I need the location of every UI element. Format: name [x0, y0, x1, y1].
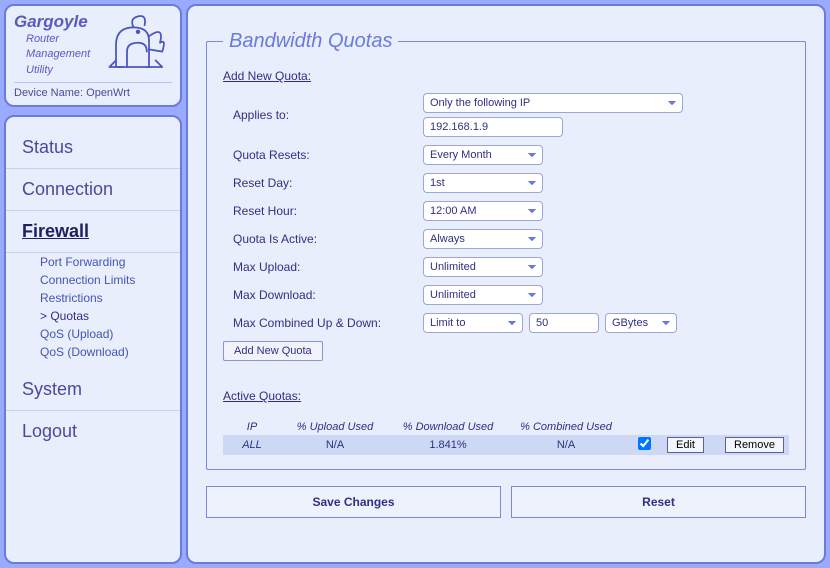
nav-item-status[interactable]: Status: [6, 127, 180, 169]
max-download-label: Max Download:: [223, 288, 423, 302]
firewall-submenu: Port Forwarding Connection Limits Restri…: [6, 253, 180, 369]
device-name-row: Device Name: OpenWrt: [14, 82, 172, 99]
add-new-quota-heading: Add New Quota:: [223, 69, 311, 83]
cell-upload: N/A: [285, 439, 385, 451]
header-panel: Gargoyle Router Management Utility: [4, 4, 182, 107]
cell-combined: N/A: [511, 439, 621, 451]
subnav-qos-upload[interactable]: QoS (Upload): [40, 325, 180, 343]
main-panel: Bandwidth Quotas Add New Quota: Applies …: [186, 4, 826, 564]
max-combined-select[interactable]: Limit to: [423, 313, 523, 333]
reset-day-select[interactable]: 1st: [423, 173, 543, 193]
max-combined-label: Max Combined Up & Down:: [223, 316, 423, 330]
nav-item-connection[interactable]: Connection: [6, 169, 180, 211]
reset-button[interactable]: Reset: [511, 486, 806, 518]
cell-download: 1.841%: [393, 439, 503, 451]
subnav-port-forwarding[interactable]: Port Forwarding: [40, 253, 180, 271]
nav-item-system[interactable]: System: [6, 369, 180, 411]
subnav-qos-download[interactable]: QoS (Download): [40, 343, 180, 361]
subnav-connection-limits[interactable]: Connection Limits: [40, 271, 180, 289]
th-combined: % Combined Used: [511, 421, 621, 433]
subnav-restrictions[interactable]: Restrictions: [40, 289, 180, 307]
app-subtitle-3: Utility: [14, 63, 90, 78]
max-download-select[interactable]: Unlimited: [423, 285, 543, 305]
quota-resets-label: Quota Resets:: [223, 148, 423, 162]
max-upload-label: Max Upload:: [223, 260, 423, 274]
max-combined-amount-input[interactable]: [529, 313, 599, 333]
cell-ip: ALL: [227, 439, 277, 451]
app-subtitle-1: Router: [14, 32, 90, 47]
bandwidth-quotas-fieldset: Bandwidth Quotas Add New Quota: Applies …: [206, 30, 806, 470]
nav-panel: Status Connection Firewall Port Forwardi…: [4, 115, 182, 564]
nav-item-firewall[interactable]: Firewall: [6, 211, 180, 253]
applies-to-ip-input[interactable]: [423, 117, 563, 137]
fieldset-legend: Bandwidth Quotas: [223, 30, 398, 53]
th-download: % Download Used: [393, 421, 503, 433]
quota-active-select[interactable]: Always: [423, 229, 543, 249]
subnav-quotas[interactable]: Quotas: [40, 307, 180, 325]
max-combined-unit-select[interactable]: GBytes: [605, 313, 677, 333]
reset-hour-label: Reset Hour:: [223, 204, 423, 218]
nav-item-logout[interactable]: Logout: [6, 411, 180, 452]
save-changes-button[interactable]: Save Changes: [206, 486, 501, 518]
add-new-quota-button[interactable]: Add New Quota: [223, 341, 323, 361]
app-title: Gargoyle: [14, 12, 90, 32]
applies-to-label: Applies to:: [223, 108, 423, 122]
edit-button[interactable]: Edit: [667, 437, 704, 453]
table-row: ALL N/A 1.841% N/A Edit Remove: [223, 435, 789, 455]
device-name-label: Device Name:: [14, 87, 83, 99]
reset-day-label: Reset Day:: [223, 176, 423, 190]
remove-button[interactable]: Remove: [725, 437, 784, 453]
app-subtitle-2: Management: [14, 47, 90, 62]
row-checkbox[interactable]: [638, 437, 651, 450]
reset-hour-select[interactable]: 12:00 AM: [423, 201, 543, 221]
th-ip: IP: [227, 421, 277, 433]
active-quotas-table: IP % Upload Used % Download Used % Combi…: [223, 419, 789, 455]
max-upload-select[interactable]: Unlimited: [423, 257, 543, 277]
device-name-value: OpenWrt: [86, 87, 130, 99]
applies-to-select[interactable]: Only the following IP: [423, 93, 683, 113]
active-quotas-heading: Active Quotas:: [223, 389, 301, 403]
gargoyle-logo-icon: [104, 12, 172, 78]
th-upload: % Upload Used: [285, 421, 385, 433]
quota-active-label: Quota Is Active:: [223, 232, 423, 246]
quota-resets-select[interactable]: Every Month: [423, 145, 543, 165]
